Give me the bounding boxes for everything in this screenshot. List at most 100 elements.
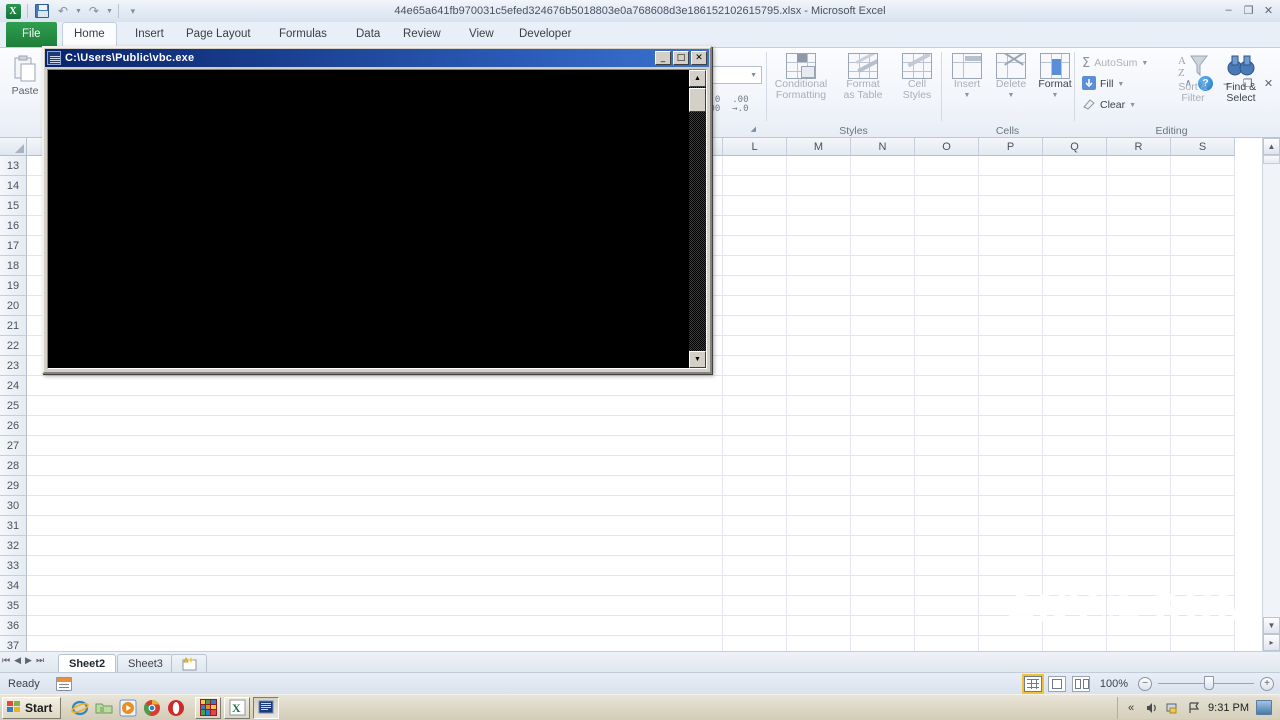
grid-cell-p13[interactable] [979, 156, 1043, 176]
grid-cell-m16[interactable] [787, 216, 851, 236]
grid-cell-p31[interactable] [979, 516, 1043, 536]
row-header-32[interactable]: 32 [0, 536, 27, 556]
grid-cell-s25[interactable] [1171, 396, 1235, 416]
view-normal-button[interactable] [1021, 673, 1044, 694]
grid-cell-o18[interactable] [915, 256, 979, 276]
grid-cell-s37[interactable] [1171, 636, 1235, 651]
grid-cell-o20[interactable] [915, 296, 979, 316]
grid-cell-p32[interactable] [979, 536, 1043, 556]
grid-row[interactable] [27, 576, 1262, 596]
row-header-28[interactable]: 28 [0, 456, 27, 476]
console-scroll-down-icon[interactable]: ▼ [689, 351, 706, 368]
grid-cell-l13[interactable] [723, 156, 787, 176]
number-dialog-launcher-icon[interactable]: ◢ [751, 125, 756, 133]
grid-cell-q37[interactable] [1043, 636, 1107, 651]
grid-cell-q29[interactable] [1043, 476, 1107, 496]
grid-cell-n28[interactable] [851, 456, 915, 476]
record-macro-icon[interactable] [55, 676, 72, 691]
row-header-31[interactable]: 31 [0, 516, 27, 536]
grid-cell-r34[interactable] [1107, 576, 1171, 596]
grid-cell[interactable] [27, 596, 723, 616]
grid-cell-m34[interactable] [787, 576, 851, 596]
chevron-down-icon[interactable]: ▼ [750, 72, 757, 79]
grid-cell-p28[interactable] [979, 456, 1043, 476]
grid-cell-m36[interactable] [787, 616, 851, 636]
google-chrome-icon[interactable] [143, 699, 161, 717]
autosum-button[interactable]: Σ AutoSum ▼ [1082, 54, 1148, 72]
grid-cell-o14[interactable] [915, 176, 979, 196]
zoom-out-button[interactable]: − [1138, 676, 1152, 691]
sheet-tab-sheet2[interactable]: Sheet2 [58, 654, 117, 673]
grid-cell-r15[interactable] [1107, 196, 1171, 216]
grid-cell-q20[interactable] [1043, 296, 1107, 316]
grid-cell-q16[interactable] [1043, 216, 1107, 236]
insert-worksheet-button[interactable] [171, 654, 207, 673]
grid-cell[interactable] [27, 556, 723, 576]
grid-cell-n17[interactable] [851, 236, 915, 256]
grid-cell-n36[interactable] [851, 616, 915, 636]
grid-row[interactable] [27, 516, 1262, 536]
conditional-formatting-button[interactable]: Conditional Formatting [770, 48, 832, 101]
row-header-34[interactable]: 34 [0, 576, 27, 596]
grid-cell-s34[interactable] [1171, 576, 1235, 596]
row-header-19[interactable]: 19 [0, 276, 27, 296]
start-button[interactable]: Start [2, 696, 62, 719]
grid-cell-q33[interactable] [1043, 556, 1107, 576]
row-header-27[interactable]: 27 [0, 436, 27, 456]
last-sheet-icon[interactable]: ⏭ [36, 655, 44, 666]
grid-cell-q34[interactable] [1043, 576, 1107, 596]
grid-cell-s19[interactable] [1171, 276, 1235, 296]
split-box[interactable] [1263, 155, 1280, 164]
grid-cell-l21[interactable] [723, 316, 787, 336]
grid-cell-s32[interactable] [1171, 536, 1235, 556]
grid-cell-s28[interactable] [1171, 456, 1235, 476]
grid-cell-m32[interactable] [787, 536, 851, 556]
grid-row[interactable] [27, 416, 1262, 436]
fill-button[interactable]: Fill ▼ [1082, 75, 1148, 93]
cell-styles-button[interactable]: Cell Styles [894, 48, 940, 101]
grid-cell-l23[interactable] [723, 356, 787, 376]
grid-cell-p24[interactable] [979, 376, 1043, 396]
grid-cell-m30[interactable] [787, 496, 851, 516]
row-header-25[interactable]: 25 [0, 396, 27, 416]
sheet-tab-sheet3[interactable]: Sheet3 [117, 654, 174, 673]
column-header-l[interactable]: L [723, 138, 787, 156]
grid-cell-m19[interactable] [787, 276, 851, 296]
row-header-33[interactable]: 33 [0, 556, 27, 576]
grid-cell-l19[interactable] [723, 276, 787, 296]
grid-cell-o27[interactable] [915, 436, 979, 456]
grid-cell-l20[interactable] [723, 296, 787, 316]
volume-icon[interactable] [1145, 701, 1159, 715]
grid-cell-o19[interactable] [915, 276, 979, 296]
grid-cell-m27[interactable] [787, 436, 851, 456]
grid-cell-q13[interactable] [1043, 156, 1107, 176]
grid-cell-o30[interactable] [915, 496, 979, 516]
row-header-30[interactable]: 30 [0, 496, 27, 516]
grid-row[interactable] [27, 456, 1262, 476]
grid-cell-r36[interactable] [1107, 616, 1171, 636]
column-header-s[interactable]: S [1171, 138, 1235, 156]
grid-cell-q35[interactable] [1043, 596, 1107, 616]
grid-cell-m23[interactable] [787, 356, 851, 376]
autosum-dropdown-icon[interactable]: ▼ [1141, 60, 1148, 67]
scroll-up-icon[interactable]: ▲ [1263, 138, 1280, 155]
grid-cell-s20[interactable] [1171, 296, 1235, 316]
chevron-down-icon[interactable]: ▼ [964, 90, 971, 101]
view-page-break-button[interactable] [1071, 675, 1090, 692]
row-header-36[interactable]: 36 [0, 616, 27, 636]
zoom-slider[interactable] [1158, 676, 1254, 690]
grid-cell-p22[interactable] [979, 336, 1043, 356]
grid-cell-q36[interactable] [1043, 616, 1107, 636]
grid-cell-r31[interactable] [1107, 516, 1171, 536]
grid-cell-q22[interactable] [1043, 336, 1107, 356]
grid-cell-p17[interactable] [979, 236, 1043, 256]
grid-cell-m25[interactable] [787, 396, 851, 416]
grid-row[interactable] [27, 636, 1262, 651]
grid-cell-m33[interactable] [787, 556, 851, 576]
grid-cell-o15[interactable] [915, 196, 979, 216]
grid-cell-n23[interactable] [851, 356, 915, 376]
console-scrollbar[interactable]: ▲ ▼ [689, 70, 706, 368]
redo-icon[interactable]: ↷ [85, 2, 103, 20]
grid-cell-p29[interactable] [979, 476, 1043, 496]
grid-cell-l34[interactable] [723, 576, 787, 596]
